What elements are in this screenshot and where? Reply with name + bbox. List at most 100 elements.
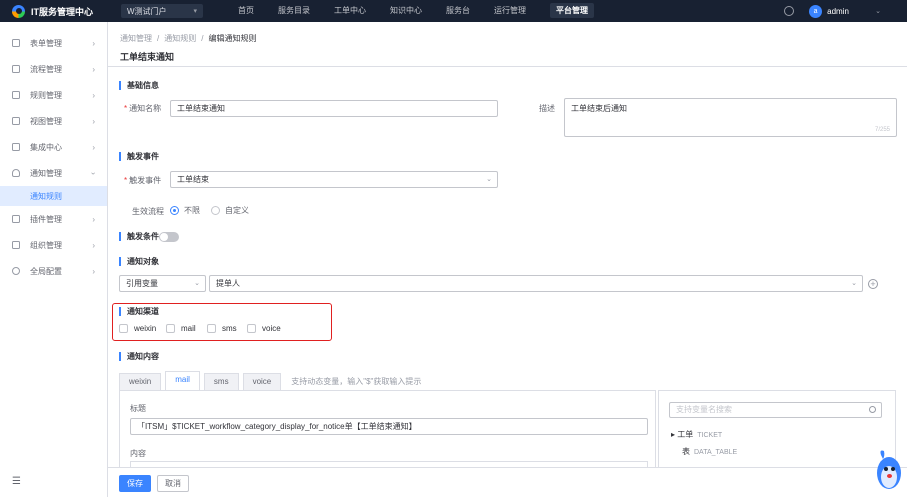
org-icon [12, 241, 20, 249]
section-title-target: 通知对象 [119, 257, 159, 266]
nav-platform-management[interactable]: 平台管理 [542, 0, 602, 22]
sidebar-item-label: 表单管理 [30, 38, 62, 48]
search-icon [869, 406, 876, 413]
tree-node-data-table[interactable]: 表 DATA_TABLE [682, 446, 737, 457]
sidebar-item-label: 插件管理 [30, 214, 62, 224]
trigger-event-select[interactable]: 工单结束 ⌄ [170, 171, 498, 188]
portal-select-value: W测试门户 [127, 6, 167, 16]
flow-icon [12, 65, 20, 73]
collapse-sidebar-icon[interactable]: ☰ [12, 476, 21, 487]
chevron-down-icon: ⌄ [486, 176, 492, 183]
nav-home[interactable]: 首页 [230, 0, 262, 22]
radio-label: 自定义 [225, 206, 249, 215]
sidebar-item-global-config[interactable]: 全局配置 › [0, 258, 107, 284]
notification-name-input[interactable]: 工单结束通知 [170, 100, 498, 117]
description-value: 工单结束后通知 [571, 104, 627, 113]
sidebar-item-label: 规则管理 [30, 90, 62, 100]
sidebar-item-plugin[interactable]: 插件管理 › [0, 206, 107, 232]
sidebar-item-label: 视图管理 [30, 116, 62, 126]
checkbox-sms[interactable]: sms [207, 324, 237, 333]
checkbox-mail[interactable]: mail [166, 324, 196, 333]
checkbox-voice[interactable]: voice [247, 324, 281, 333]
portal-select[interactable]: W测试门户 ▾ [121, 4, 203, 18]
sidebar-item-form[interactable]: 表单管理 › [0, 30, 107, 56]
checkbox-box [207, 324, 216, 333]
sidebar-item-org[interactable]: 组织管理 › [0, 232, 107, 258]
section-title-condition: 触发条件 [119, 232, 159, 241]
nav-platform-management-label: 平台管理 [550, 3, 594, 18]
sidebar-item-view[interactable]: 视图管理 › [0, 108, 107, 134]
trigger-event-value: 工单结束 [177, 175, 209, 184]
view-icon [12, 117, 20, 125]
radio-dot [170, 206, 179, 215]
chevron-down-icon: ⌄ [194, 280, 200, 287]
subject-input[interactable]: 「ITSM」$TICKET_workflow_category_display_… [130, 418, 648, 435]
breadcrumb-item[interactable]: 通知规则 [164, 34, 196, 43]
form-icon [12, 39, 20, 47]
description-label: 描述 [539, 104, 555, 113]
tab-hint: 支持动态变量，输入"$"获取输入提示 [291, 377, 422, 386]
nav-service-desk[interactable]: 服务台 [438, 0, 478, 22]
mail-tab-panel: 标题 「ITSM」$TICKET_workflow_category_displ… [119, 390, 656, 467]
assistant-mascot-icon[interactable] [875, 447, 903, 492]
description-textarea[interactable]: 工单结束后通知 7/255 [564, 98, 897, 137]
section-title-basic: 基础信息 [119, 81, 159, 90]
checkbox-box [119, 324, 128, 333]
form-content: 基础信息 * 通知名称 工单结束通知 描述 工单结束后通知 7/255 触发事件 … [108, 67, 907, 467]
body-label: 内容 [130, 449, 146, 458]
page-header: 通知管理 / 通知规则 / 编辑通知规则 工单结束通知 [108, 22, 907, 67]
nav-service-catalog[interactable]: 服务目录 [270, 0, 318, 22]
chevron-down-icon[interactable]: ⌄ [875, 7, 881, 15]
chevron-right-icon: › [92, 214, 95, 224]
tab-sms[interactable]: sms [203, 373, 239, 390]
gear-icon[interactable] [784, 6, 795, 16]
name-label: * 通知名称 [124, 104, 162, 113]
variable-search-input[interactable]: 支持变量名搜索 [669, 402, 882, 418]
sidebar: 表单管理 › 流程管理 › 规则管理 › 视图管理 › 集成中心 › 通知管理 › 通知规则… [0, 22, 108, 497]
settings-icon [12, 267, 20, 275]
chevron-right-icon: › [92, 266, 95, 276]
nav-operations[interactable]: 运行管理 [486, 0, 534, 22]
radio-unlimited[interactable]: 不限 [170, 205, 200, 216]
chevron-down-icon: › [89, 171, 99, 175]
chevron-right-icon: › [92, 116, 95, 126]
target-value-select[interactable]: 提单人 ⌄ [209, 275, 863, 292]
tab-weixin[interactable]: weixin [119, 373, 162, 390]
breadcrumb: 通知管理 / 通知规则 / 编辑通知规则 [120, 34, 257, 43]
sidebar-item-rule[interactable]: 规则管理 › [0, 82, 107, 108]
target-type-select[interactable]: 引用变量 ⌄ [119, 275, 206, 292]
sidebar-item-label: 组织管理 [30, 240, 62, 250]
tree-node-ticket[interactable]: ▸ 工单 TICKET [671, 429, 722, 440]
target-type-value: 引用变量 [126, 279, 158, 288]
tab-voice[interactable]: voice [242, 373, 282, 390]
radio-custom[interactable]: 自定义 [211, 205, 249, 216]
content-tabs: weixin mail sms voice 支持动态变量，输入"$"获取输入提示 [119, 371, 421, 390]
avatar[interactable]: a [809, 4, 823, 18]
section-title-content: 通知内容 [119, 352, 159, 361]
cancel-button[interactable]: 取消 [157, 475, 189, 492]
save-button[interactable]: 保存 [119, 475, 151, 492]
checkbox-weixin[interactable]: weixin [119, 324, 156, 333]
sidebar-item-flow[interactable]: 流程管理 › [0, 56, 107, 82]
chevron-down-icon: ⌄ [851, 280, 857, 287]
chevron-right-icon: › [92, 64, 95, 74]
variable-panel: 支持变量名搜索 ▸ 工单 TICKET 表 DATA_TABLE [658, 390, 896, 467]
description-counter: 7/255 [874, 127, 890, 133]
add-target-icon[interactable]: + [868, 279, 878, 289]
sidebar-item-integration[interactable]: 集成中心 › [0, 134, 107, 160]
checkbox-label: voice [262, 324, 281, 333]
bell-icon [12, 169, 20, 177]
nav-knowledge-center[interactable]: 知识中心 [382, 0, 430, 22]
chevron-down-icon: ▾ [193, 8, 197, 15]
condition-toggle[interactable] [159, 232, 179, 242]
breadcrumb-item[interactable]: 通知管理 [120, 34, 152, 43]
sidebar-item-notification[interactable]: 通知管理 › [0, 160, 107, 186]
rule-icon [12, 91, 20, 99]
tab-mail[interactable]: mail [165, 371, 200, 390]
nav-ticket-center[interactable]: 工单中心 [326, 0, 374, 22]
sidebar-item-label: 流程管理 [30, 64, 62, 74]
variable-search-placeholder: 支持变量名搜索 [676, 405, 732, 414]
top-bar: IT服务管理中心 W测试门户 ▾ 首页 服务目录 工单中心 知识中心 服务台 运… [0, 0, 907, 22]
sidebar-subitem-notification-rules[interactable]: 通知规则 [0, 186, 107, 206]
username[interactable]: admin [827, 7, 875, 16]
